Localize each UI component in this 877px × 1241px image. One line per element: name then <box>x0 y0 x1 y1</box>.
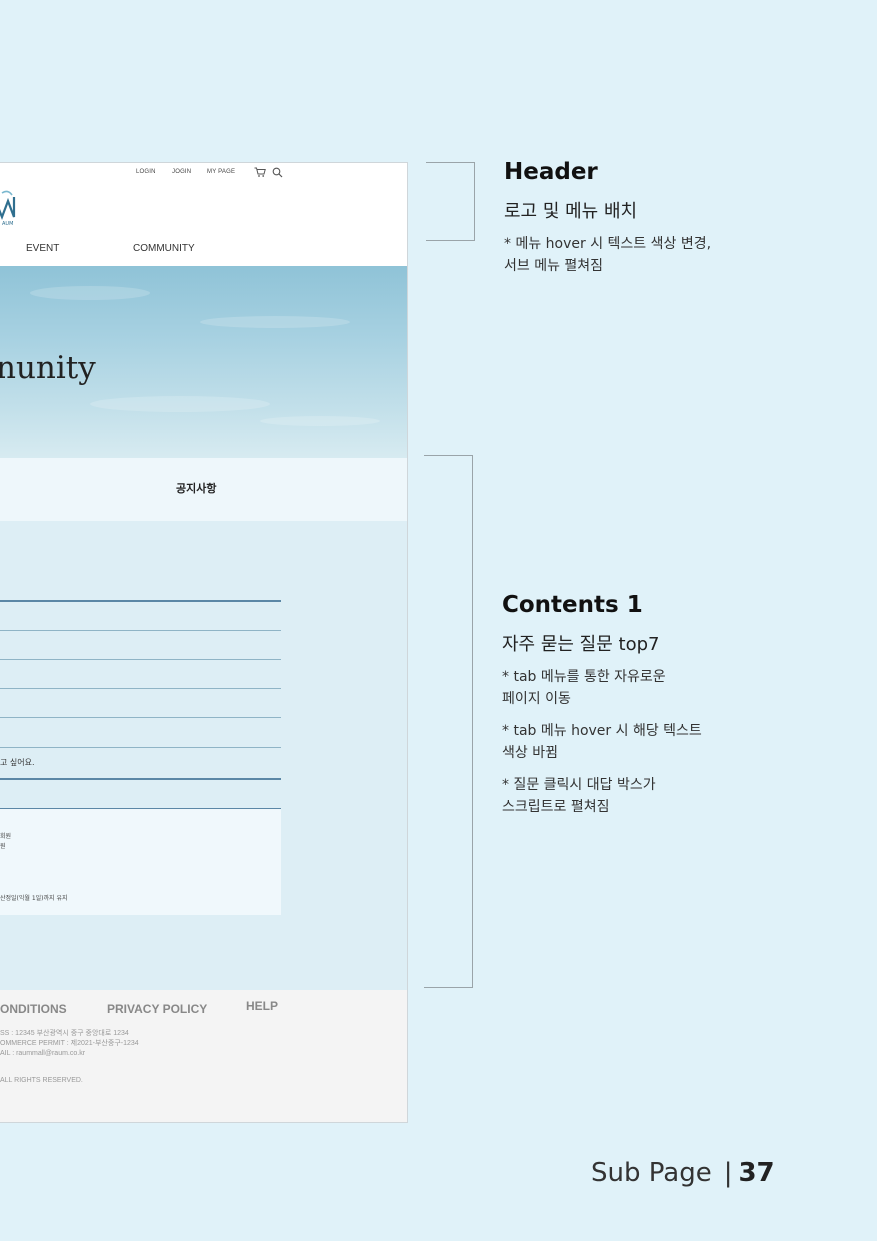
faq-question[interactable]: 고 싶어요. <box>0 757 35 768</box>
note-line: * tab 메뉴를 통한 자유로운 <box>502 669 666 685</box>
raum-logo[interactable]: AUM <box>0 189 18 229</box>
cart-icon[interactable] <box>254 167 266 178</box>
tab-notice[interactable]: 공지사항 <box>176 480 216 496</box>
faq-divider <box>0 600 281 602</box>
note-line: 페이지 이동 <box>502 691 571 707</box>
contents-bracket <box>424 455 473 988</box>
annotation-subtitle: 자주 묻는 질문 top7 <box>502 634 660 655</box>
mockup-footer: ONDITIONS PRIVACY POLICY HELP SS : 12345… <box>0 990 407 1122</box>
note-line: * 질문 클릭시 대답 박스가 <box>502 777 656 793</box>
hero-title: nunity <box>0 350 96 386</box>
note-line: * tab 메뉴 hover 시 해당 텍스트 <box>502 723 702 739</box>
note-line: 색상 바뀜 <box>502 745 558 761</box>
faq-divider <box>0 630 281 631</box>
login-link[interactable]: LOGIN <box>136 169 156 175</box>
footer-link-help[interactable]: HELP <box>246 999 278 1013</box>
faq-divider <box>0 778 281 780</box>
annotation-subtitle: 로고 및 메뉴 배치 <box>504 201 638 222</box>
footer-commerce-permit: OMMERCE PERMIT : 제2021-부산중구-1234 <box>0 1040 139 1047</box>
footer-copyright: ALL RIGHTS RESERVED. <box>0 1077 83 1084</box>
footer-email: AIL : raummall@raum.co.kr <box>0 1050 86 1057</box>
website-mockup: LOGIN JOGIN MY PAGE AUM EVENT COMMUNITY … <box>0 162 408 1123</box>
header-bracket <box>426 162 475 241</box>
header-annotation: Header 로고 및 메뉴 배치 * 메뉴 hover 시 텍스트 색상 변경… <box>504 159 711 277</box>
page-separator: | <box>723 1158 733 1188</box>
footer-link-conditions[interactable]: ONDITIONS <box>0 1002 67 1016</box>
annotation-title: Contents 1 <box>502 592 643 618</box>
note-line: 스크립트로 펼쳐짐 <box>502 799 610 815</box>
faq-divider <box>0 747 281 748</box>
search-icon[interactable] <box>272 167 283 178</box>
nav-community[interactable]: COMMUNITY <box>133 243 195 254</box>
footer-address: SS : 12345 부산광역시 중구 중앙대로 1234 <box>0 1030 129 1037</box>
annotation-notes: * tab 메뉴를 통한 자유로운 페이지 이동 * tab 메뉴 hover … <box>502 666 702 818</box>
answer-line: 산정일(익월 1일)까지 유지 <box>0 895 68 902</box>
page-label: Sub Page <box>591 1158 712 1188</box>
page-number-footer: Sub Page | 37 <box>591 1158 775 1188</box>
faq-answer-box: 회원 원 산정일(익월 1일)까지 유지 <box>0 809 281 915</box>
page-number: 37 <box>738 1158 775 1188</box>
answer-line: 원 <box>0 843 6 850</box>
answer-line: 회원 <box>0 833 12 840</box>
tab-bar: 공지사항 <box>0 458 407 521</box>
faq-divider <box>0 688 281 689</box>
join-link[interactable]: JOGIN <box>172 169 191 175</box>
contents1-annotation: Contents 1 자주 묻는 질문 top7 * tab 메뉴를 통한 자유… <box>502 592 702 818</box>
hero-banner: nunity <box>0 266 407 458</box>
footer-link-privacy-policy[interactable]: PRIVACY POLICY <box>107 1002 207 1016</box>
mockup-header: LOGIN JOGIN MY PAGE AUM EVENT COMMUNITY <box>0 163 407 266</box>
nav-event[interactable]: EVENT <box>26 243 59 254</box>
annotation-title: Header <box>504 159 598 185</box>
note-line: 서브 메뉴 펼쳐짐 <box>504 258 604 274</box>
annotation-notes: * 메뉴 hover 시 텍스트 색상 변경, 서브 메뉴 펼쳐짐 <box>504 233 711 277</box>
faq-divider <box>0 659 281 660</box>
faq-section: 고 싶어요. 회원 원 산정일(익월 1일)까지 유지 <box>0 521 407 990</box>
my-page-link[interactable]: MY PAGE <box>207 169 235 175</box>
logo-text: AUM <box>2 221 14 227</box>
note-line: * 메뉴 hover 시 텍스트 색상 변경, <box>504 236 712 252</box>
faq-divider <box>0 717 281 718</box>
